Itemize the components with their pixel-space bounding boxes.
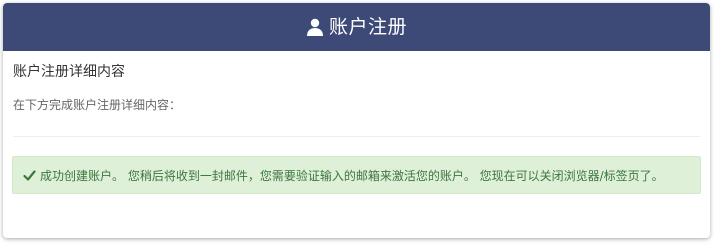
section-title: 账户注册详细内容 <box>13 64 125 80</box>
section-description: 在下方完成账户注册详细内容： <box>13 98 182 112</box>
card-header: 账户注册 <box>3 3 710 51</box>
success-message: 成功创建账户。 您稍后将收到一封邮件，您需要验证输入的邮箱来激活您的账户。 您现… <box>40 168 664 183</box>
divider <box>13 136 700 137</box>
success-alert: 成功创建账户。 您稍后将收到一封邮件，您需要验证输入的邮箱来激活您的账户。 您现… <box>12 156 701 194</box>
check-icon <box>23 169 36 182</box>
page-title: 账户注册 <box>328 16 407 38</box>
user-icon <box>306 18 324 36</box>
registration-card: 账户注册 账户注册详细内容 在下方完成账户注册详细内容： 成功创建账户。 您稍后… <box>3 3 710 238</box>
